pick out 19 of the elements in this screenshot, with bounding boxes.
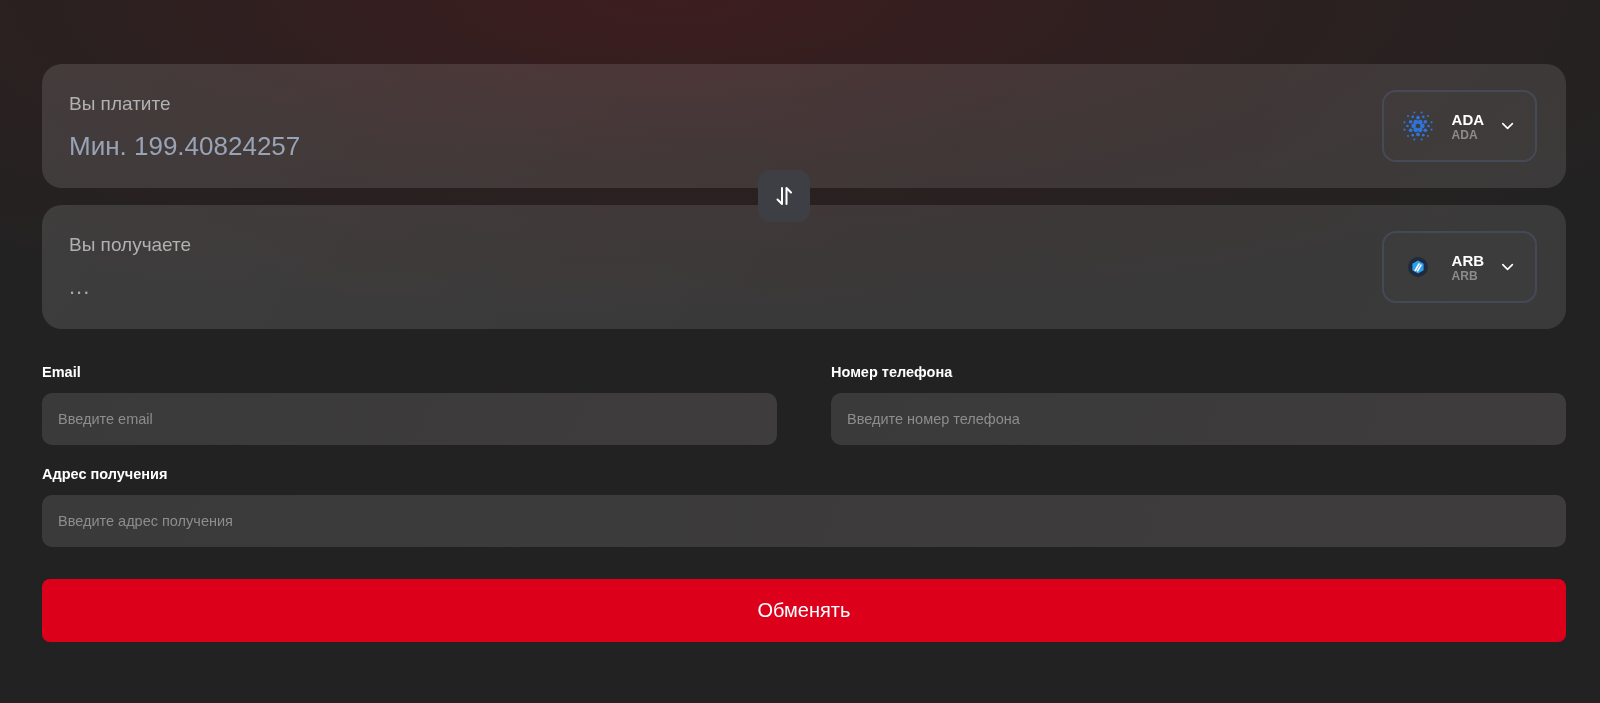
amount-field[interactable]: Мин. 199.40824257 xyxy=(69,128,369,164)
currency-selector[interactable]: ARB ARB xyxy=(1382,231,1537,303)
amount-text: ... xyxy=(69,273,91,301)
card-label: Вы получаете xyxy=(69,233,192,257)
exchange-button[interactable]: Обменять xyxy=(42,579,1566,642)
currency-code: ARB xyxy=(1451,251,1485,269)
input-field[interactable]: Введите email xyxy=(42,393,777,445)
swap-button[interactable] xyxy=(758,170,810,222)
card-label: Вы платите xyxy=(69,92,172,116)
input-field[interactable]: Введите адрес получения xyxy=(42,495,1566,547)
field-label: Email xyxy=(42,363,81,381)
currency-selector[interactable]: ADA ADA xyxy=(1382,90,1537,162)
currency-code: ADA xyxy=(1451,110,1485,128)
currency-name: ARB xyxy=(1451,268,1478,283)
field-label: Номер телефона xyxy=(831,363,953,381)
field-label: Адрес получения xyxy=(42,465,168,483)
input-field[interactable]: Введите номер телефона xyxy=(831,393,1566,445)
dot-cluster-icon xyxy=(1403,111,1434,141)
currency-name: ADA xyxy=(1451,127,1478,142)
